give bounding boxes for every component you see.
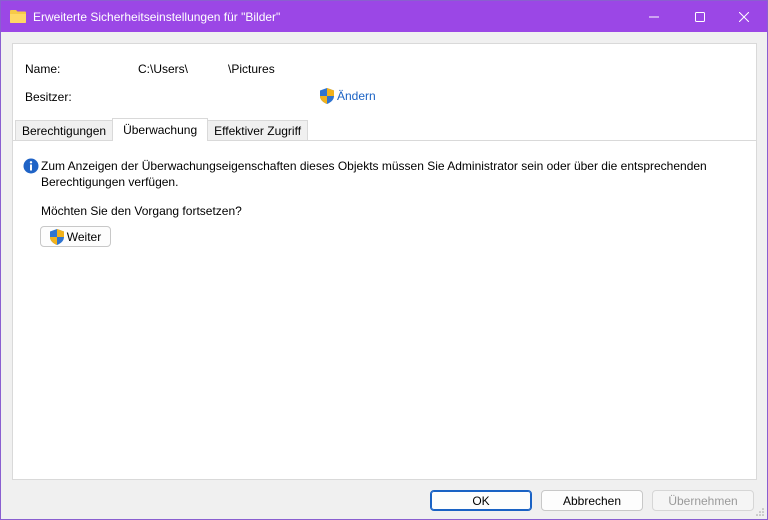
name-value: C:\Users\ \Pictures bbox=[138, 62, 275, 76]
folder-icon bbox=[10, 10, 26, 23]
uac-shield-icon bbox=[49, 228, 64, 245]
dialog-content: Name: C:\Users\ \Pictures Besitzer: Ände… bbox=[12, 43, 757, 480]
cancel-button[interactable]: Abbrechen bbox=[541, 490, 643, 511]
ok-button[interactable]: OK bbox=[430, 490, 532, 511]
minimize-icon bbox=[649, 16, 659, 17]
security-settings-window: Erweiterte Sicherheitseinstellungen für … bbox=[0, 0, 768, 520]
resize-grip-icon[interactable] bbox=[755, 507, 765, 517]
continue-button-label: Weiter bbox=[66, 229, 102, 244]
continue-button[interactable]: Weiter bbox=[40, 226, 111, 247]
info-icon bbox=[23, 158, 39, 174]
close-button[interactable] bbox=[721, 1, 767, 32]
change-owner-label: Ändern bbox=[337, 89, 376, 103]
close-icon bbox=[739, 11, 749, 22]
title-bar[interactable]: Erweiterte Sicherheitseinstellungen für … bbox=[1, 1, 767, 32]
tab-effective-access[interactable]: Effektiver Zugriff bbox=[207, 120, 309, 141]
tab-permissions[interactable]: Berechtigungen bbox=[15, 120, 114, 141]
owner-label: Besitzer: bbox=[25, 90, 72, 104]
tab-strip: Berechtigungen Überwachung Effektiver Zu… bbox=[15, 118, 309, 141]
apply-button[interactable]: Übernehmen bbox=[652, 490, 754, 511]
auditing-info-text: Zum Anzeigen der Überwachungseigenschaft… bbox=[41, 159, 707, 189]
window-title: Erweiterte Sicherheitseinstellungen für … bbox=[33, 10, 281, 24]
tab-auditing[interactable]: Überwachung bbox=[112, 118, 209, 141]
maximize-icon bbox=[695, 11, 705, 22]
change-owner-link[interactable]: Ändern bbox=[320, 88, 376, 104]
maximize-button[interactable] bbox=[677, 1, 723, 32]
continue-question: Möchten Sie den Vorgang fortsetzen? bbox=[41, 204, 242, 218]
uac-shield-icon bbox=[320, 88, 334, 104]
minimize-button[interactable] bbox=[631, 1, 677, 32]
name-label: Name: bbox=[25, 62, 61, 76]
